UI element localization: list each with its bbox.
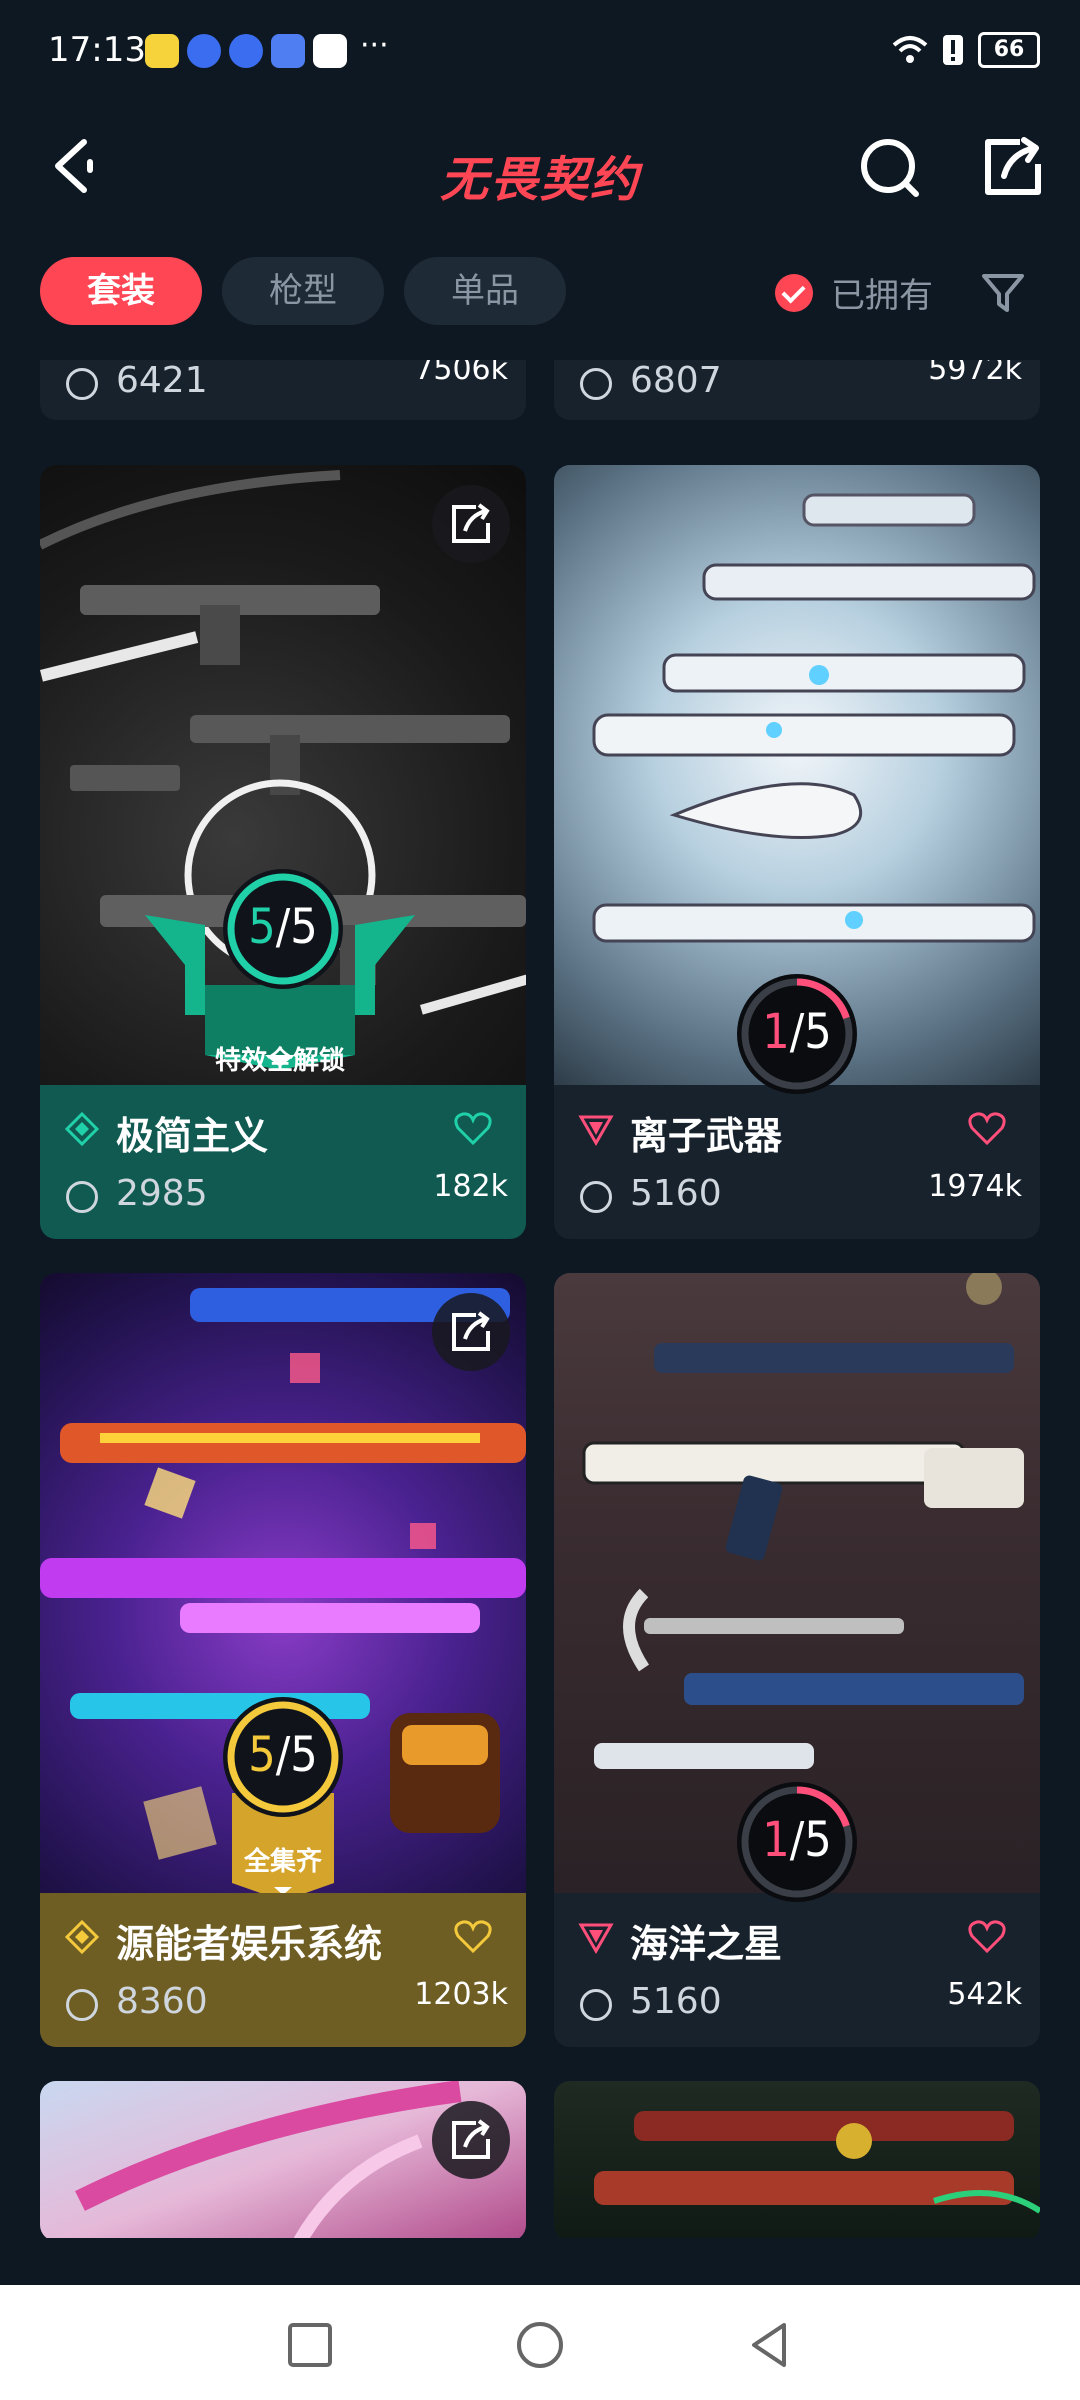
card-name: 极简主义 xyxy=(116,1114,269,1158)
card-info: 海洋之星 5160 542k xyxy=(554,1893,1040,2047)
progress-ring: 1/5 xyxy=(733,970,861,1098)
card-info: 极简主义 2985 182k xyxy=(40,1085,526,1239)
share-icon[interactable] xyxy=(970,120,1050,210)
home-icon[interactable] xyxy=(510,2315,570,2375)
system-nav-bar xyxy=(0,2285,1080,2400)
card-price: 5160 xyxy=(630,1173,722,1214)
card-name: 海洋之星 xyxy=(630,1922,783,1966)
search-icon[interactable] xyxy=(850,120,930,210)
progress-ring: 5/5 xyxy=(219,865,347,993)
tier-diamond-icon xyxy=(64,1919,100,1955)
battery-icon: 66 xyxy=(978,32,1040,68)
back-icon[interactable] xyxy=(740,2315,800,2375)
sync-notification-icon xyxy=(313,34,347,68)
currency-icon xyxy=(66,1989,98,2021)
header: 无畏契约 xyxy=(0,100,1080,250)
currency-icon xyxy=(580,1181,612,1213)
notification-icons xyxy=(145,34,347,68)
weapon-artwork xyxy=(594,2111,1040,2214)
currency-icon xyxy=(66,368,98,400)
bundle-card[interactable]: 5/5 全集齐 源能者娱乐系统 8360 1203k xyxy=(40,1273,526,2047)
bundle-card-partial[interactable]: 6421 7506k xyxy=(40,360,526,420)
card-info: 源能者娱乐系统 8360 1203k xyxy=(40,1893,526,2047)
bundle-card[interactable]: 5/5 特效全解锁 极简主义 2985 182k xyxy=(40,465,526,1239)
share-icon[interactable] xyxy=(432,1293,510,1371)
card-likes: 542k xyxy=(947,1977,1022,2012)
category-tabs: 套装 枪型 单品 xyxy=(40,257,566,325)
tier-diamond-icon xyxy=(64,1111,100,1147)
bundle-image xyxy=(554,2081,1040,2238)
card-name: 源能者娱乐系统 xyxy=(116,1922,383,1966)
card-price: 2985 xyxy=(116,1173,208,1214)
card-price: 6807 xyxy=(630,360,722,401)
status-time: 17:13 xyxy=(48,30,146,70)
heart-icon[interactable] xyxy=(968,1111,1006,1147)
recent-apps-icon[interactable] xyxy=(280,2315,340,2375)
card-name: 离子武器 xyxy=(630,1114,783,1158)
browser-notification-icon xyxy=(229,34,263,68)
alert-icon xyxy=(943,35,963,65)
tab-bundles[interactable]: 套装 xyxy=(40,257,202,325)
card-price: 5160 xyxy=(630,1981,722,2022)
progress-text: 1/5 xyxy=(762,1004,832,1060)
currency-icon xyxy=(580,368,612,400)
tab-single-item[interactable]: 单品 xyxy=(404,257,566,325)
card-likes: 5972k xyxy=(928,360,1022,387)
card-price: 6421 xyxy=(116,360,208,401)
status-bar: 17:13 ··· 66 xyxy=(0,0,1080,100)
bundle-image: 1/5 xyxy=(554,465,1040,1094)
progress-text: 5/5 xyxy=(248,1727,318,1783)
bundle-image: 1/5 xyxy=(554,1273,1040,1902)
bundle-image xyxy=(40,2081,526,2238)
ribbon-label: 全集齐 xyxy=(243,1847,322,1877)
more-notifications-icon: ··· xyxy=(360,28,389,63)
progress-text: 5/5 xyxy=(248,899,318,955)
card-likes: 182k xyxy=(433,1169,508,1204)
progress-ring: 5/5 xyxy=(219,1693,347,1821)
card-likes: 1203k xyxy=(414,1977,508,2012)
shield-notification-icon xyxy=(271,34,305,68)
heart-icon[interactable] xyxy=(454,1919,492,1955)
ribbon-label: 特效全解锁 xyxy=(214,1046,345,1076)
bundle-image: 5/5 全集齐 xyxy=(40,1273,526,1901)
heart-icon[interactable] xyxy=(968,1919,1006,1955)
tier-triangle-icon xyxy=(578,1923,614,1955)
owned-label: 已拥有 xyxy=(831,276,933,316)
bundle-card[interactable]: 1/5 离子武器 5160 1974k xyxy=(554,465,1040,1239)
bundle-card[interactable]: 1/5 海洋之星 5160 542k xyxy=(554,1273,1040,2047)
filter-icon[interactable] xyxy=(978,268,1028,318)
bundle-grid: 6421 7506k 6807 5972k 5/5 特效全解锁 极简主义 298… xyxy=(0,360,1080,2238)
card-info: 离子武器 5160 1974k xyxy=(554,1085,1040,1239)
app-notification-icon xyxy=(145,34,179,68)
owned-toggle[interactable]: 已拥有 xyxy=(775,268,933,317)
tier-triangle-icon xyxy=(578,1115,614,1147)
tab-weapon-type[interactable]: 枪型 xyxy=(222,257,384,325)
wifi-icon xyxy=(892,36,928,63)
bundle-image: 5/5 特效全解锁 xyxy=(40,465,526,1085)
card-price: 8360 xyxy=(116,1981,208,2022)
bundle-card-partial[interactable] xyxy=(554,2081,1040,2238)
card-likes: 7506k xyxy=(414,360,508,387)
bundle-card-partial[interactable]: 6807 5972k xyxy=(554,360,1040,420)
currency-icon xyxy=(66,1181,98,1213)
share-icon[interactable] xyxy=(432,2101,510,2179)
card-likes: 1974k xyxy=(928,1169,1022,1204)
share-icon[interactable] xyxy=(432,485,510,563)
bundle-card-partial[interactable] xyxy=(40,2081,526,2238)
heart-icon[interactable] xyxy=(454,1111,492,1147)
browser-notification-icon xyxy=(187,34,221,68)
progress-ring: 1/5 xyxy=(733,1778,861,1906)
currency-icon xyxy=(580,1989,612,2021)
progress-text: 1/5 xyxy=(762,1812,832,1868)
checkbox-checked-icon[interactable] xyxy=(775,273,813,312)
